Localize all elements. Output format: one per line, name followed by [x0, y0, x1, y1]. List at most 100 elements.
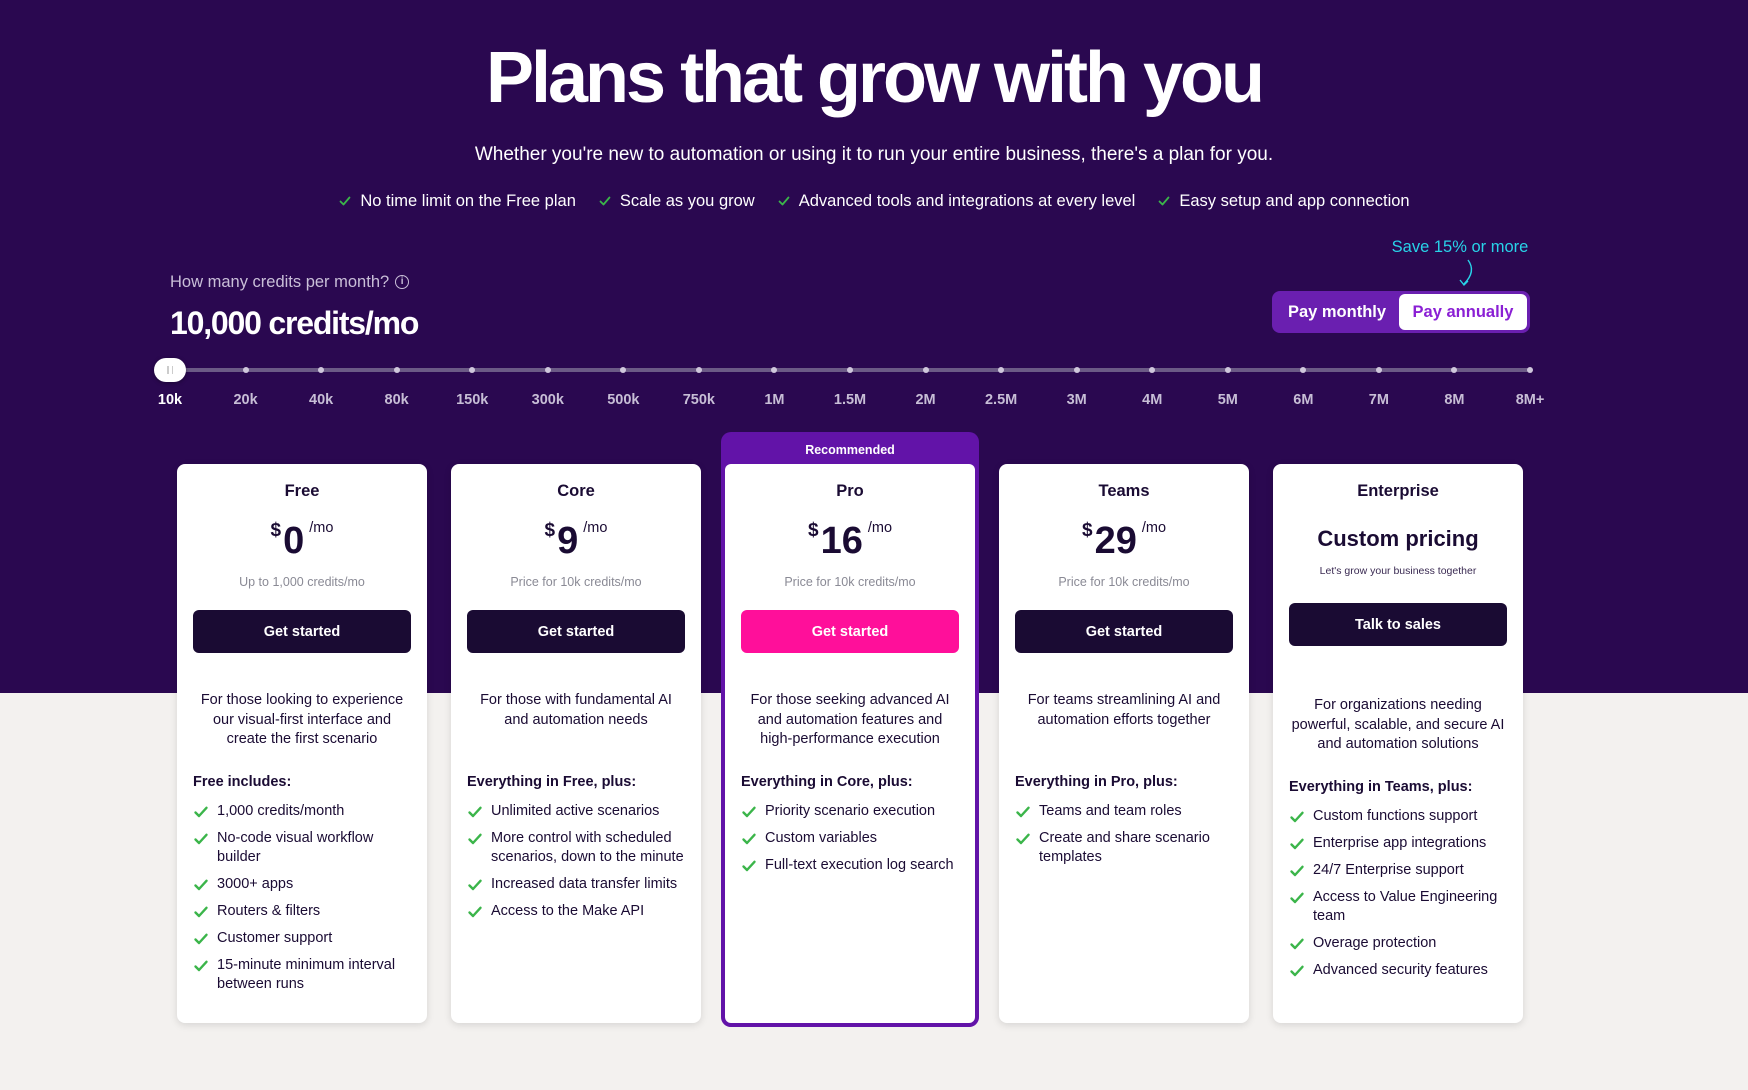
feature-item: Create and share scenario templates — [1015, 829, 1233, 867]
slider-step[interactable] — [544, 367, 551, 373]
benefit-item: No time limit on the Free plan — [338, 190, 576, 212]
plan-name: Pro — [836, 482, 864, 500]
slider-step[interactable] — [1451, 367, 1458, 373]
slider-tick-label[interactable]: 300k — [532, 390, 564, 410]
benefits-list: No time limit on the Free plan Scale as y… — [0, 190, 1748, 212]
feature-item: Advanced security features — [1289, 961, 1507, 980]
slider-tick-label[interactable]: 750k — [683, 390, 715, 410]
slider-tick-label[interactable]: 1.5M — [834, 390, 866, 410]
billing-toggle: Pay monthly Pay annually — [1272, 291, 1530, 333]
slider-step[interactable] — [922, 367, 929, 373]
check-icon — [339, 196, 351, 206]
feature-item: Enterprise app integrations — [1289, 834, 1507, 853]
check-icon — [1290, 892, 1304, 903]
feature-list: Priority scenario execution Custom variab… — [741, 802, 959, 875]
benefit-text: Easy setup and app connection — [1179, 192, 1410, 210]
slider-tick-label[interactable]: 20k — [233, 390, 257, 410]
slider-tick-label[interactable]: 1M — [764, 390, 784, 410]
benefit-item: Easy setup and app connection — [1157, 190, 1410, 212]
slider-step[interactable] — [393, 367, 400, 373]
slider-step[interactable] — [998, 367, 1005, 373]
slider-step[interactable] — [1527, 367, 1533, 373]
price-amount: 29 — [1094, 520, 1137, 562]
check-icon — [1016, 833, 1030, 845]
slider-step[interactable] — [1149, 367, 1156, 373]
slider-tick-label[interactable]: 3M — [1067, 390, 1087, 410]
slider-tick-label[interactable]: 2.5M — [985, 390, 1017, 410]
slider-step[interactable] — [1300, 367, 1307, 373]
slider-step[interactable] — [695, 367, 702, 373]
slider-step[interactable] — [847, 367, 853, 373]
check-icon — [468, 879, 482, 891]
slider-step[interactable] — [1224, 367, 1231, 373]
price: $0/mo — [193, 514, 411, 562]
check-icon — [194, 906, 208, 917]
includes-title: Everything in Pro, plus: — [1015, 774, 1178, 790]
feature-text: Increased data transfer limits — [491, 876, 678, 892]
benefit-item: Scale as you grow — [598, 190, 755, 212]
slider-step[interactable] — [1375, 367, 1382, 373]
plan-description: For those with fundamental AI and automa… — [480, 692, 672, 728]
slider-step[interactable] — [318, 367, 325, 373]
check-icon — [194, 933, 208, 944]
slider-tick-label[interactable]: 2M — [915, 390, 935, 410]
get-started-button[interactable]: Get started — [193, 610, 411, 653]
slider-tick-label[interactable]: 7M — [1369, 390, 1389, 410]
price: $29/mo — [1015, 514, 1233, 562]
slider-tick-label[interactable]: 150k — [456, 390, 488, 410]
get-started-button[interactable]: Get started — [467, 610, 685, 653]
slider-step[interactable] — [620, 367, 627, 373]
plan-name: Enterprise — [1357, 482, 1439, 500]
plan-name: Core — [557, 482, 595, 500]
curved-arrow-icon — [1459, 259, 1473, 287]
credits-question: How many credits per month? i — [170, 271, 410, 293]
feature-text: Overage protection — [1313, 934, 1437, 951]
get-started-button[interactable]: Get started — [741, 610, 959, 653]
price-note: Price for 10k credits/mo — [784, 575, 916, 589]
get-started-button[interactable]: Get started — [1015, 610, 1233, 653]
pay-annually-option[interactable]: Pay annually — [1399, 294, 1527, 330]
benefit-text: Scale as you grow — [619, 192, 755, 210]
slider-tick-label[interactable]: 8M+ — [1516, 390, 1545, 410]
feature-text: Access to Value Engineering team — [1313, 888, 1498, 924]
slider-tick-label[interactable]: 80k — [385, 390, 409, 410]
slider-tick-label[interactable]: 6M — [1293, 390, 1313, 410]
slider-step[interactable] — [1073, 367, 1080, 373]
slider-step[interactable] — [771, 367, 778, 373]
slider-tick-label[interactable]: 8M — [1444, 390, 1464, 410]
feature-list: Unlimited active scenarios More control w… — [467, 802, 685, 921]
slider-tick-label[interactable]: 4M — [1142, 390, 1162, 410]
feature-text: Customer support — [217, 929, 333, 946]
price-period: /mo — [583, 520, 608, 536]
slider-step[interactable] — [469, 367, 476, 373]
plan-description: For organizations needing powerful, scal… — [1291, 697, 1505, 752]
credits-slider[interactable] — [154, 358, 1533, 382]
slider-tick-label[interactable]: 40k — [309, 390, 333, 410]
feature-item: Access to the Make API — [467, 902, 685, 921]
feature-item: Overage protection — [1289, 934, 1507, 953]
price: $16/mo — [741, 514, 959, 562]
check-icon — [1290, 811, 1304, 822]
plan-card-enterprise: Enterprise Custom pricing Let's grow your … — [1273, 464, 1523, 1023]
slider-step[interactable] — [242, 367, 249, 373]
feature-text: 3000+ apps — [217, 875, 294, 892]
info-icon[interactable]: i — [395, 275, 410, 289]
benefit-text: No time limit on the Free plan — [360, 192, 576, 210]
check-icon — [1290, 965, 1304, 976]
feature-item: Access to Value Engineering team — [1289, 888, 1507, 926]
check-icon — [1016, 806, 1030, 818]
currency-symbol: $ — [807, 520, 819, 541]
slider-tick-label[interactable]: 500k — [607, 390, 639, 410]
price-period: /mo — [1141, 520, 1167, 536]
pay-monthly-option[interactable]: Pay monthly — [1275, 294, 1399, 330]
slider-tick-label[interactable]: 10k — [158, 390, 182, 410]
talk-to-sales-button[interactable]: Talk to sales — [1289, 603, 1507, 646]
check-icon — [194, 833, 208, 844]
check-icon — [194, 960, 208, 971]
feature-item: No-code visual workflow builder — [193, 829, 411, 867]
feature-item: Priority scenario execution — [741, 802, 959, 821]
check-icon — [1290, 838, 1304, 849]
slider-tick-label[interactable]: 5M — [1218, 390, 1238, 410]
check-icon — [599, 196, 611, 206]
slider-thumb[interactable] — [154, 358, 186, 382]
